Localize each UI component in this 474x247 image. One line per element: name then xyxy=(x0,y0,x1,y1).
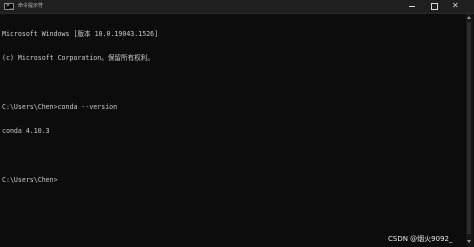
title-bar[interactable]: >_ 命令提示符 ✕ xyxy=(0,0,474,14)
close-icon: ✕ xyxy=(452,1,459,10)
minimize-button[interactable] xyxy=(401,0,423,13)
console-line: (c) Microsoft Corporation。保留所有权利。 xyxy=(2,54,154,63)
vertical-scrollbar[interactable] xyxy=(466,14,473,247)
maximize-icon xyxy=(431,3,438,10)
scroll-down-arrow-icon[interactable] xyxy=(467,240,471,243)
console-line: Microsoft Windows [版本 10.0.19043.1526] xyxy=(2,30,159,39)
window-title: 命令提示符 xyxy=(18,3,44,9)
scroll-up-arrow-icon[interactable] xyxy=(467,16,471,19)
console-output[interactable]: Microsoft Windows [版本 10.0.19043.1526] (… xyxy=(2,14,462,247)
cmd-window: >_ 命令提示符 ✕ Microsoft Windows [版本 10.0.19… xyxy=(0,0,474,247)
cmd-prompt-icon: >_ xyxy=(4,2,14,10)
scrollbar-thumb[interactable] xyxy=(467,22,471,234)
close-button[interactable]: ✕ xyxy=(445,0,467,13)
maximize-button[interactable] xyxy=(423,0,445,13)
console-line: conda 4.10.3 xyxy=(2,127,50,136)
minimize-icon xyxy=(409,6,415,7)
csdn-watermark: CSDN @烟火9092_ xyxy=(388,235,453,243)
console-prompt-line[interactable]: C:\Users\Chen> xyxy=(2,176,462,184)
console-line: C:\Users\Chen>conda --version xyxy=(2,103,118,112)
